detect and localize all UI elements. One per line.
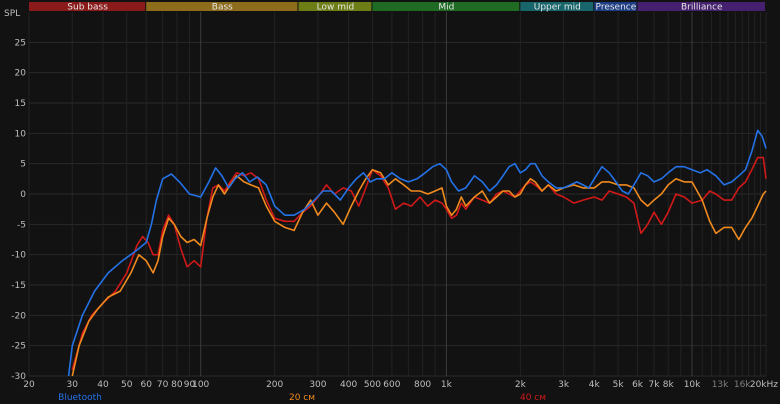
band-label-bass: Bass: [212, 3, 233, 13]
x-tick-label: 50: [121, 380, 133, 390]
y-tick-label: 5: [20, 160, 26, 170]
frequency-response-chart: Sub bass Bass Low mid Mid Upper mid Presence B…: [0, 0, 780, 404]
y-tick-label: 10: [15, 129, 27, 139]
frequency-bands: Sub bass Bass Low mid Mid Upper mid Presence B…: [29, 2, 765, 13]
x-tick-label: 20kHz: [750, 380, 778, 390]
legend-item-40-см: 40 см: [520, 393, 546, 403]
y-tick-label: -10: [11, 251, 26, 261]
x-tick-label: 8k: [663, 380, 675, 390]
x-tick-label: 300: [309, 380, 326, 390]
band-label-mid: Mid: [438, 3, 454, 13]
y-tick-label: 25: [15, 38, 26, 48]
x-tick-label: 6k: [632, 380, 644, 390]
plot-background: [0, 0, 780, 404]
y-tick-label: 15: [15, 99, 26, 109]
y-tick-label: -20: [11, 311, 26, 321]
y-tick-label: 0: [20, 190, 26, 200]
y-axis-label: SPL: [4, 9, 20, 19]
legend-item-20-см: 20 см: [289, 393, 315, 403]
band-label-presence: Presence: [596, 3, 637, 13]
x-tick-label: 80: [171, 380, 183, 390]
y-tick-label: 20: [15, 69, 27, 79]
band-label-upper-mid: Upper mid: [534, 3, 581, 13]
x-tick-label: 16k: [734, 380, 751, 390]
x-tick-label: 13k: [712, 380, 729, 390]
x-tick-label: 60: [140, 380, 152, 390]
x-tick-label: 70: [157, 380, 169, 390]
legend-item-bluetooth: Bluetooth: [58, 393, 102, 403]
x-tick-label: 1k: [441, 380, 453, 390]
x-tick-label: 40: [97, 380, 109, 390]
band-label-brilliance: Brilliance: [681, 3, 723, 13]
x-tick-label: 200: [266, 380, 283, 390]
x-tick-label: 5k: [613, 380, 625, 390]
x-tick-label: 500: [364, 380, 381, 390]
y-tick-label: -25: [11, 342, 26, 352]
band-label-low-mid: Low mid: [317, 3, 355, 13]
x-tick-label: 30: [67, 380, 79, 390]
y-tick-label: -5: [17, 220, 26, 230]
x-tick-label: 7k: [649, 380, 661, 390]
x-tick-label: 3k: [558, 380, 570, 390]
x-tick-label: 10k: [684, 380, 701, 390]
x-tick-label: 20: [23, 380, 35, 390]
y-tick-label: -15: [11, 281, 26, 291]
x-tick-label: 4k: [589, 380, 601, 390]
band-label-sub-bass: Sub bass: [67, 3, 108, 13]
x-tick-label: 800: [414, 380, 431, 390]
x-tick-label: 100: [192, 380, 209, 390]
x-tick-label: 600: [383, 380, 400, 390]
x-tick-label: 2k: [515, 380, 527, 390]
x-tick-label: 400: [340, 380, 357, 390]
